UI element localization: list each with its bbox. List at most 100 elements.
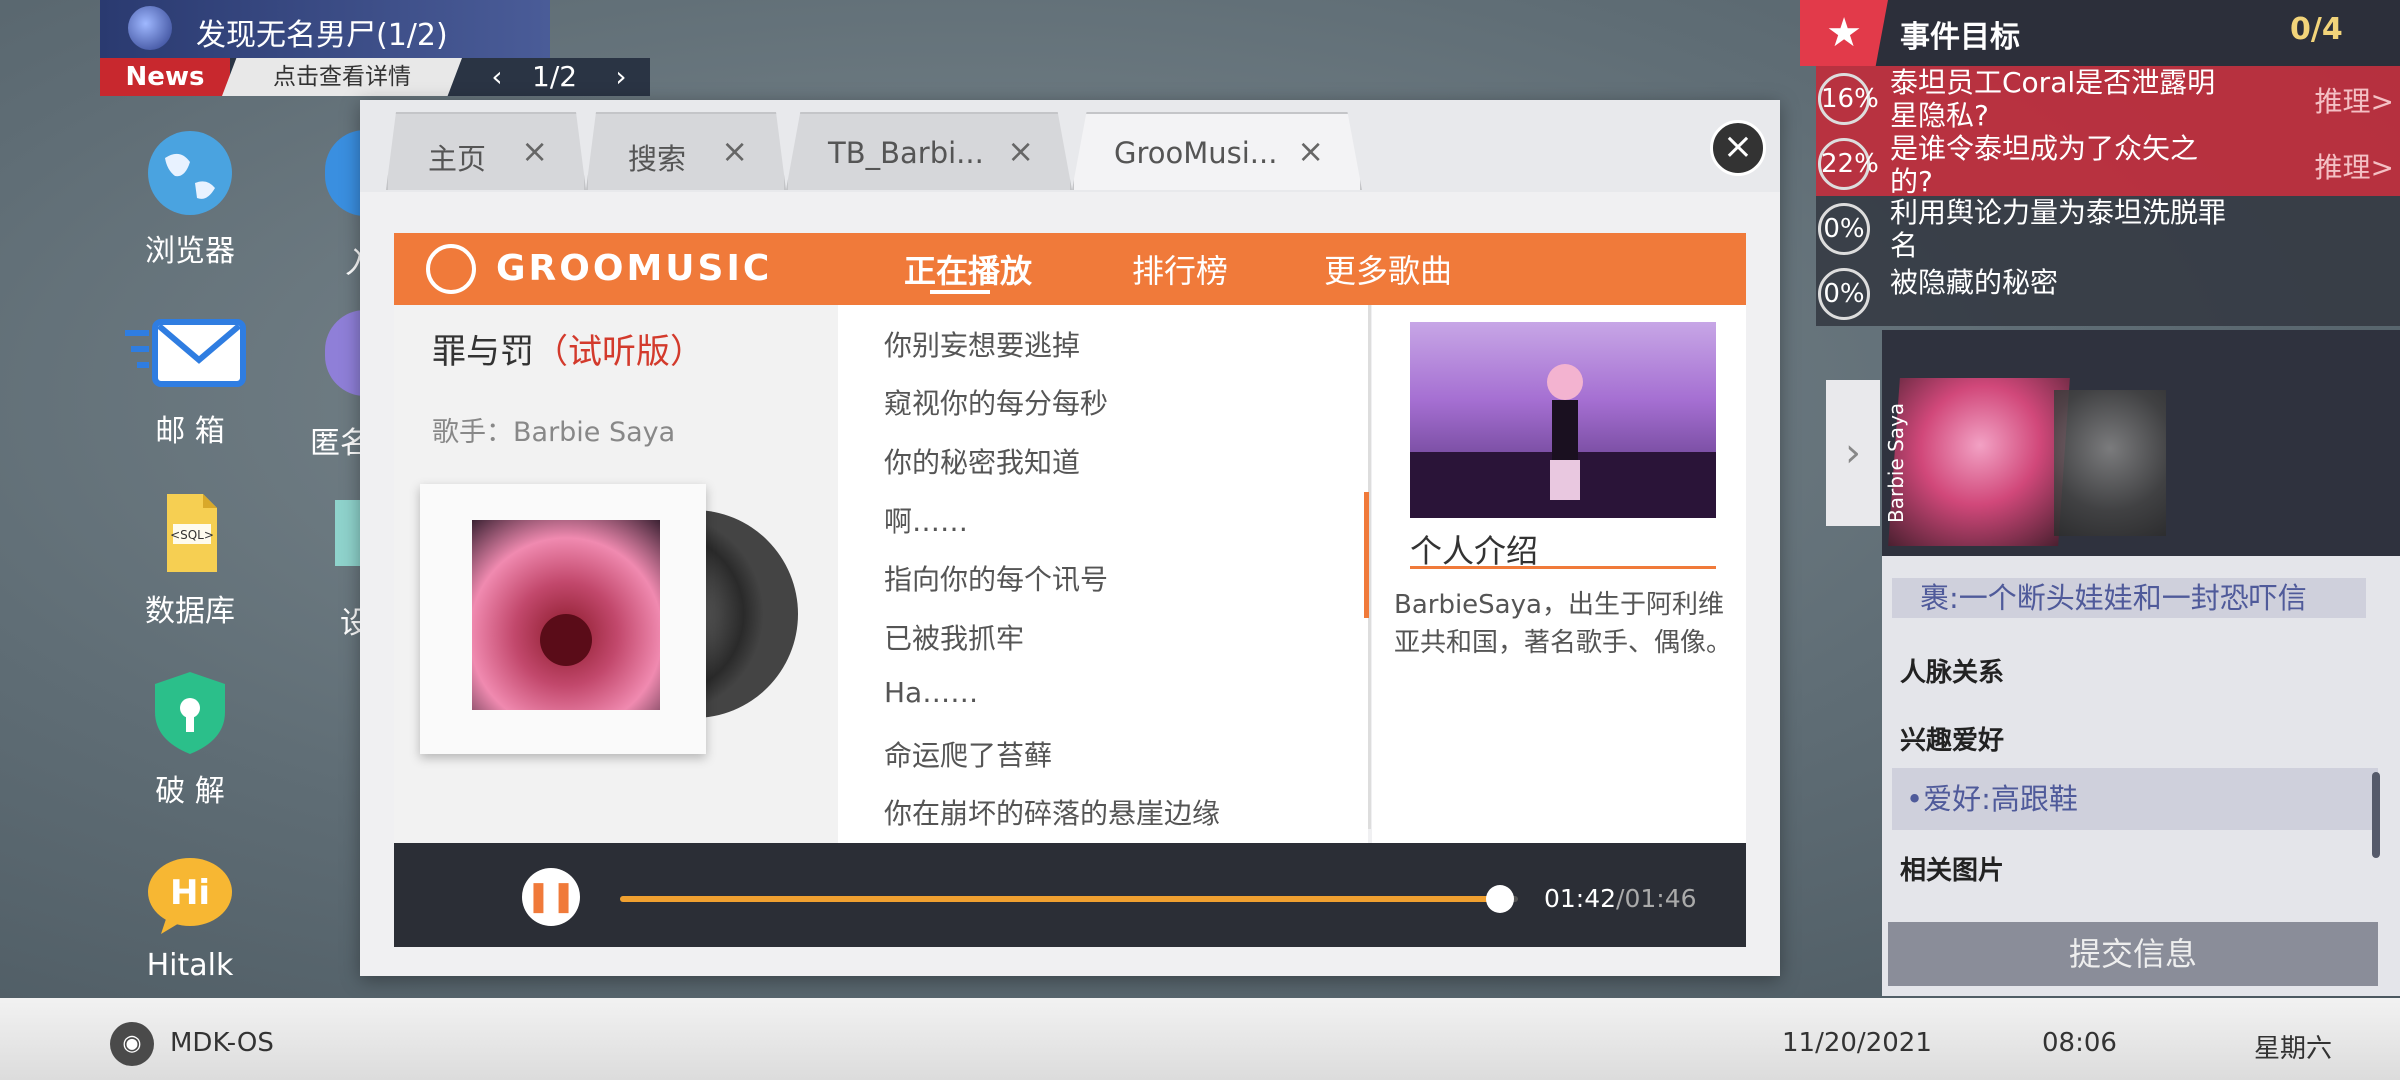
character-portrait-secondary[interactable] (2054, 390, 2166, 536)
tab-close-icon[interactable]: × (1297, 132, 1324, 170)
desktop-icon-mail[interactable]: 邮 箱 (105, 308, 275, 450)
bio-underline (1410, 566, 1716, 569)
lyric-line: Ha…… (884, 676, 979, 709)
nav-active-indicator (930, 290, 990, 294)
news-page-indicator: 1/2 (532, 60, 578, 93)
objective-text: 利用舆论力量为泰坦洗脱罪名 (1890, 196, 2227, 262)
section-relations: 人脉关系 (1900, 658, 2005, 688)
desktop-icon-database[interactable]: <SQL> 数据库 (105, 488, 275, 630)
section-images: 相关图片 (1900, 856, 2005, 886)
progress-knob[interactable] (1486, 885, 1515, 913)
lyric-line: 窥视你的每分每秒 (884, 387, 1109, 420)
bio-text: BarbieSaya，出生于阿利维亚共和国，著名歌手、偶像。 (1394, 590, 1733, 658)
objective-text: 泰坦员工Coral是否泄露明星隐私? (1890, 66, 2216, 132)
desktop-icon-label: Hitalk (146, 948, 234, 983)
portrait-name: Barbie Saya (1884, 402, 1908, 524)
objectives-title: 事件目标 (1900, 20, 2020, 55)
time-current: 01:42 (1544, 884, 1617, 913)
nav-chart[interactable]: 排行榜 (1132, 246, 1228, 292)
objective-item[interactable]: 16% 泰坦员工Coral是否泄露明星隐私? 推理> (1816, 66, 2400, 132)
tab-label: 主页 (428, 142, 487, 176)
news-headline[interactable]: 发现无名男尸(1/2) (196, 10, 448, 54)
objective-reason-button[interactable]: 推理> (2315, 80, 2394, 120)
taskbar (0, 998, 2400, 1080)
objective-text: 是谁令泰坦成为了众矢之的? (1890, 132, 2199, 198)
tab-label: TB_Barbi... (828, 136, 984, 170)
progress-fill (620, 896, 1501, 902)
star-icon: ★ (1800, 0, 1888, 66)
lyric-line: 已被我抓牢 (884, 622, 1025, 655)
mail-icon (125, 308, 246, 398)
desktop-icon-browser[interactable]: 浏览器 (105, 128, 275, 270)
objective-percent: 0% (1818, 203, 1870, 255)
profile-scrollbar[interactable] (2372, 772, 2380, 858)
lyric-line: 你的秘密我知道 (884, 446, 1081, 479)
section-hobbies: 兴趣爱好 (1900, 726, 2005, 756)
taskbar-weekday: 星期六 (2254, 1034, 2333, 1064)
globe-icon (145, 128, 235, 218)
eye-icon[interactable]: ◉ (110, 1022, 154, 1066)
singer-label: 歌手：Barbie Saya (432, 417, 676, 448)
desktop-icon-label: 数据库 (145, 594, 235, 629)
pause-button[interactable]: ❚❚ (522, 868, 580, 926)
tab-label: GrooMusi... (1114, 136, 1278, 170)
chevron-right-icon[interactable]: › (1826, 380, 1880, 526)
desktop-icon-label: 浏览器 (145, 234, 235, 269)
objective-text: 被隐藏的秘密 (1890, 266, 2059, 299)
os-name: MDK-OS (170, 1028, 274, 1058)
desktop-icon-crack[interactable]: 破 解 (105, 668, 275, 810)
lyric-line: 指向你的每个讯号 (884, 563, 1109, 596)
character-portrait[interactable] (1888, 378, 2070, 546)
objective-item[interactable]: 0% 利用舆论力量为泰坦洗脱罪名 (1816, 196, 2400, 262)
profile-info-item: 裹:一个断头娃娃和一封恐吓信 (1892, 578, 2366, 618)
music-logo-icon (426, 244, 476, 294)
svg-text:<SQL>: <SQL> (170, 528, 214, 542)
objective-percent: 22% (1818, 138, 1879, 190)
nav-more-songs[interactable]: 更多歌曲 (1324, 246, 1452, 292)
tab-close-icon[interactable]: × (721, 132, 748, 170)
svg-text:Hi: Hi (170, 873, 210, 913)
news-prev-button[interactable]: ‹ (480, 60, 514, 94)
tab-home[interactable]: 主页 × (386, 112, 586, 190)
desktop-icon-hitalk[interactable]: Hi Hitalk (105, 850, 275, 983)
album-cover-image (472, 520, 660, 710)
taskbar-date: 11/20/2021 (1782, 1028, 1932, 1058)
objectives-count: 0/4 (2290, 12, 2343, 47)
lyrics-scrollbar[interactable] (1364, 492, 1369, 618)
tab-search[interactable]: 搜索 × (586, 112, 786, 190)
objective-percent: 0% (1818, 268, 1870, 320)
tab-label: 搜索 (628, 142, 687, 176)
desktop-icon-label: 邮 箱 (155, 414, 225, 449)
tab-tb-barbie[interactable]: TB_Barbi... × (786, 112, 1072, 190)
groomusic-brand: GROOMUSIC (496, 248, 773, 289)
window-close-button[interactable]: × (1710, 120, 1766, 176)
song-title: 罪与罚（试听版） (432, 324, 704, 373)
tab-groomusic[interactable]: GrooMusi... × (1072, 112, 1362, 190)
lyric-line: 命运爬了苔藓 (884, 739, 1053, 772)
news-globe-icon (128, 6, 172, 50)
lyric-line: 你别妄想要逃掉 (884, 329, 1081, 362)
desktop-icon-label: 破 解 (155, 774, 225, 809)
objective-reason-button[interactable]: 推理> (2315, 146, 2394, 186)
shield-key-icon (145, 668, 235, 758)
song-name: 罪与罚 (432, 332, 534, 372)
playback-time: 01:42/01:46 (1544, 884, 1697, 913)
lyric-line: 你在崩坏的碎落的悬崖边缘 (884, 797, 1221, 830)
time-total: /01:46 (1616, 884, 1697, 913)
song-trial-tag: （试听版） (534, 332, 704, 372)
profile-hobby-item: •爱好:高跟鞋 (1892, 768, 2378, 830)
nav-now-playing[interactable]: 正在播放 (904, 246, 1032, 292)
tab-close-icon[interactable]: × (1007, 132, 1034, 170)
hitalk-icon: Hi (145, 850, 235, 940)
tab-close-icon[interactable]: × (521, 132, 548, 170)
news-badge: News (100, 58, 230, 96)
lyric-line: 啊…… (884, 505, 969, 538)
artist-photo (1410, 322, 1716, 518)
objective-item[interactable]: 0% 被隐藏的秘密 (1816, 262, 2400, 326)
news-detail-link[interactable]: 点击查看详情 (222, 58, 462, 96)
objective-percent: 16% (1818, 73, 1879, 125)
submit-info-button[interactable]: 提交信息 (1888, 922, 2378, 986)
news-next-button[interactable]: › (604, 60, 638, 94)
taskbar-time: 08:06 (2042, 1028, 2117, 1058)
objective-item[interactable]: 22% 是谁令泰坦成为了众矢之的? 推理> (1816, 132, 2400, 198)
